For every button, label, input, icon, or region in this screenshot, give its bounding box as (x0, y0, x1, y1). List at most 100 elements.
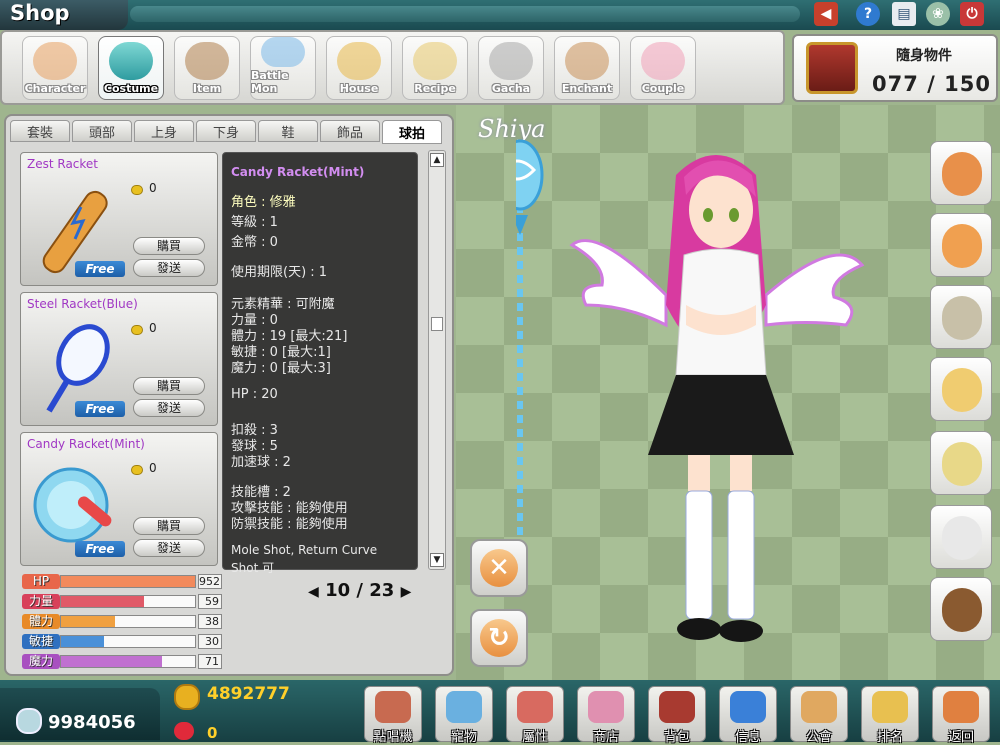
character-select-5[interactable] (930, 431, 992, 495)
power-icon[interactable]: ⏻ (960, 2, 984, 26)
character-select-7[interactable] (930, 577, 992, 641)
menu-label: 排名 (876, 730, 903, 745)
face-girl-orange-icon (942, 224, 982, 268)
tab-costume[interactable]: Costume (98, 36, 164, 100)
buy-button[interactable]: 購買 (133, 237, 205, 255)
house-art-icon (337, 42, 381, 80)
menu-backpack[interactable]: 背包 (648, 686, 706, 745)
character-select-1[interactable] (930, 141, 992, 205)
character-select-4[interactable] (930, 357, 992, 421)
stat-label: 力量 (22, 594, 60, 609)
scroll-thumb[interactable] (431, 317, 443, 331)
menu-shop[interactable]: 商店 (577, 686, 635, 745)
item-card[interactable]: Zest Racket 0 Free 購買 發送 (20, 152, 218, 286)
tooltip-line: 防禦技能 : 能夠使用 (231, 517, 348, 532)
gift-button[interactable]: 發送 (133, 399, 205, 417)
stat-value: 952 (198, 574, 222, 589)
subtab-set[interactable]: 套裝 (10, 120, 70, 142)
character-select-6[interactable] (930, 505, 992, 569)
menu-pet[interactable]: 寵物 (435, 686, 493, 745)
subtab-shoes[interactable]: 鞋 (258, 120, 318, 142)
tooltip-line: Shot 可 (231, 561, 275, 575)
item-list-scrollbar[interactable]: ▲ ▼ (428, 150, 446, 570)
tab-item[interactable]: Item (174, 36, 240, 100)
inventory-label: 隨身物件 (896, 48, 952, 64)
stat-value: 30 (198, 634, 222, 649)
recipe-scroll-art-icon (413, 42, 457, 80)
scroll-down-arrow-icon[interactable]: ▼ (430, 553, 444, 567)
menu-jukebox[interactable]: 點唱機 (364, 686, 422, 745)
menu-ranking[interactable]: 排名 (861, 686, 919, 745)
rotate-icon: ↻ (480, 619, 518, 657)
heart-amount: 0 (207, 724, 218, 742)
subtab-racket[interactable]: 球拍 (382, 120, 442, 144)
inventory-box[interactable]: 隨身物件 077 / 150 (792, 34, 998, 102)
cancel-preview-button[interactable]: ✕ (470, 539, 528, 597)
character-model[interactable] (516, 115, 916, 675)
stat-label: 敏捷 (22, 634, 60, 649)
next-page-arrow-icon[interactable]: ▶ (401, 584, 412, 600)
menu-message[interactable]: 信息 (719, 686, 777, 745)
tab-house[interactable]: House (326, 36, 392, 100)
stat-label: 魔力 (22, 654, 60, 669)
face-elf-blonde-icon (942, 442, 982, 486)
page-total: 23 (369, 580, 395, 601)
stat-strength: 力量 59 (22, 594, 222, 610)
message-icon (730, 691, 766, 723)
subtab-top[interactable]: 上身 (134, 120, 194, 142)
item-card[interactable]: Steel Racket(Blue) 0 Free 購買 發送 (20, 292, 218, 426)
tab-enchant[interactable]: Enchant (554, 36, 620, 100)
gold-coin-icon (174, 684, 200, 710)
menu-label: 商店 (592, 730, 619, 745)
tooltip-line: 角色 : 修雅 (231, 195, 296, 210)
help-icon[interactable]: ? (856, 2, 880, 26)
gift-button[interactable]: 發送 (133, 539, 205, 557)
jukebox-icon (375, 691, 411, 723)
character-art-icon (33, 42, 77, 80)
item-card[interactable]: Candy Racket(Mint) 0 Free 購買 發送 (20, 432, 218, 566)
stat-bar-fill (61, 616, 115, 627)
menu-exit[interactable]: 返回 (932, 686, 990, 745)
tab-label: Character (24, 82, 86, 95)
tooltip-line: HP : 20 (231, 387, 278, 402)
tab-character[interactable]: Character (22, 36, 88, 100)
gem-amount: 9984056 (48, 712, 136, 733)
tab-gacha[interactable]: Gacha (478, 36, 544, 100)
subtab-accessory[interactable]: 飾品 (320, 120, 380, 142)
scroll-up-arrow-icon[interactable]: ▲ (430, 153, 444, 167)
gift-button[interactable]: 發送 (133, 259, 205, 277)
menu-label: 信息 (734, 730, 761, 745)
stat-bar-fill (61, 576, 195, 587)
menu-attribute[interactable]: 屬性 (506, 686, 564, 745)
item-price: 0 (149, 321, 157, 335)
tab-recipe[interactable]: Recipe (402, 36, 468, 100)
leaf-icon[interactable]: ❀ (926, 2, 950, 26)
free-badge: Free (75, 401, 125, 417)
paper-icon[interactable]: ▤ (892, 2, 916, 26)
menu-guild[interactable]: 公會 (790, 686, 848, 745)
gold-coin-icon (131, 325, 143, 335)
buy-button[interactable]: 購買 (133, 517, 205, 535)
tab-couple[interactable]: Couple (630, 36, 696, 100)
category-bar: Character Costume Item Battle Mon House … (0, 30, 785, 105)
face-girl-blonde-icon (942, 368, 982, 412)
prev-page-arrow-icon[interactable]: ◀ (308, 584, 319, 600)
exit-door-icon (943, 691, 979, 723)
megaphone-icon[interactable]: ◀ (814, 2, 838, 26)
character-select-2[interactable] (930, 213, 992, 277)
stat-label: HP (22, 574, 60, 589)
item-name: Candy Racket(Mint) (27, 437, 145, 451)
stat-bar-track (60, 575, 196, 588)
tab-label: Costume (103, 82, 159, 95)
subtab-head[interactable]: 頭部 (72, 120, 132, 142)
inventory-count: 077 / 150 (872, 72, 991, 96)
tab-battle-mon[interactable]: Battle Mon (250, 36, 316, 100)
ranking-icon (872, 691, 908, 723)
character-select-3[interactable] (930, 285, 992, 349)
stat-magic: 魔力 71 (22, 654, 222, 670)
buy-button[interactable]: 購買 (133, 377, 205, 395)
menu-label: 返回 (947, 730, 974, 745)
rotate-preview-button[interactable]: ↻ (470, 609, 528, 667)
boots-art-icon (185, 42, 229, 80)
subtab-bottom[interactable]: 下身 (196, 120, 256, 142)
